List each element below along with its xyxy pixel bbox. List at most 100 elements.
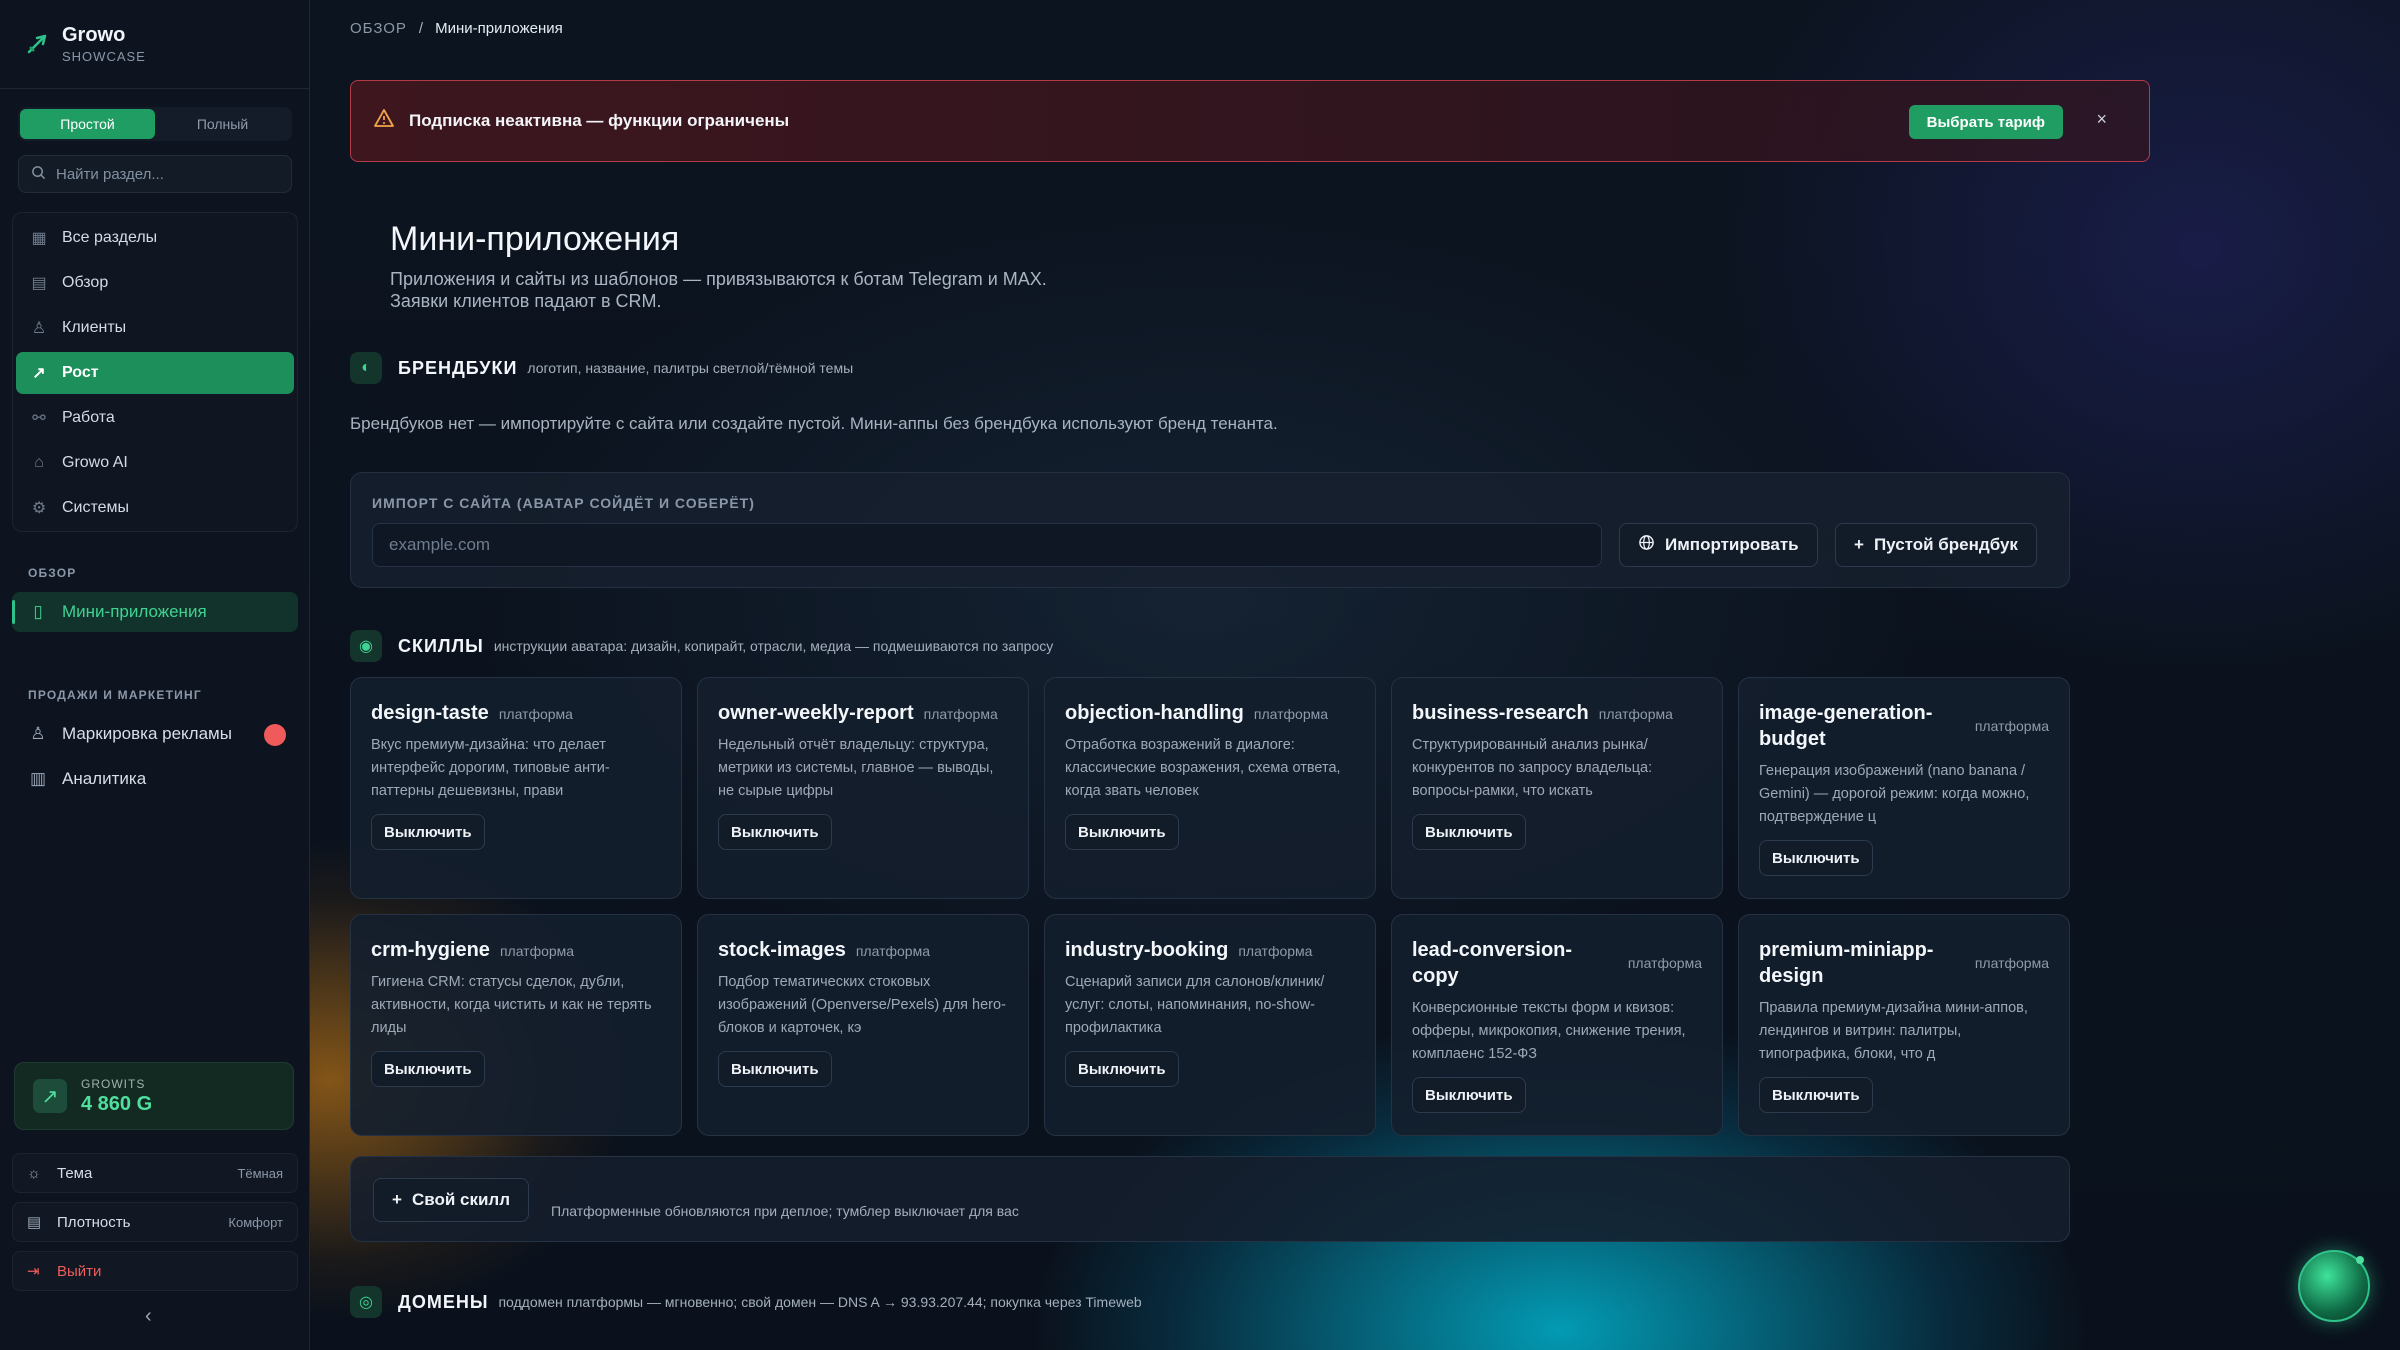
skill-description: Вкус премиум-дизайна: что делает интерфе… xyxy=(371,737,610,799)
nav-label: Обзор xyxy=(62,274,109,291)
skill-card-lead-conversion-copy: lead-conversion-copy платформа Конверсион… xyxy=(1391,914,1723,1136)
phone-icon: ▯ xyxy=(33,602,43,621)
nav-item-overview[interactable]: ▤ Обзор xyxy=(16,262,294,304)
disable-skill-button[interactable]: Выключить xyxy=(371,1051,485,1087)
skill-tag: платформа xyxy=(855,943,930,959)
skill-description: Генерация изображений (nano banana / Gem… xyxy=(1759,763,2030,825)
empty-brandbook-button[interactable]: + Пустой брендбук xyxy=(1835,523,2037,567)
sidebar-item-ad-marking[interactable]: ♙ Маркировка рекламы xyxy=(12,714,298,754)
mode-switch: Простой Полный xyxy=(18,107,292,141)
growits-balance[interactable]: ↗ GROWITS 4 860 G xyxy=(14,1062,294,1130)
sidebar-item-analytics[interactable]: ▥ Аналитика xyxy=(12,759,298,799)
import-panel: ИМПОРТ С САЙТА (АВАТАР СОЙДЁТ И СОБЕРЁТ)… xyxy=(350,472,2070,588)
palette-icon: ◐ xyxy=(350,352,382,384)
skill-card-image-generation-budget: image-generation-budget платформа Генерац… xyxy=(1738,677,2070,899)
collapse-sidebar-icon[interactable]: ‹ xyxy=(145,1305,152,1328)
mode-simple-button[interactable]: Простой xyxy=(20,109,155,139)
theme-icon: ☼ xyxy=(27,1164,41,1182)
skill-tag: платформа xyxy=(1238,943,1313,959)
search-icon xyxy=(31,165,46,184)
section-search-input[interactable]: Найти раздел... xyxy=(18,155,292,193)
skill-name: design-taste xyxy=(371,702,489,724)
import-button-label: Импортировать xyxy=(1665,535,1799,554)
skills-title: СКИЛЛЫ xyxy=(398,635,484,656)
skill-card-business-research: business-research платформа Структурирова… xyxy=(1391,677,1723,899)
brandbooks-header: ◐ БРЕНДБУКИ логотип, название, палитры с… xyxy=(350,352,853,384)
section-label-overview: ОБЗОР xyxy=(28,566,77,580)
bot-icon: ⌂ xyxy=(34,454,44,471)
domains-note: поддомен платформы — мгновенно; свой дом… xyxy=(498,1294,1142,1310)
disable-skill-button[interactable]: Выключить xyxy=(718,1051,832,1087)
bar-chart-icon: ▥ xyxy=(29,769,47,788)
skills-note: инструкции аватара: дизайн, копирайт, от… xyxy=(493,638,1054,654)
skill-description: Подбор тематических стоковых изображений… xyxy=(718,974,1006,1036)
setting-label: Тема xyxy=(57,1164,93,1182)
disable-skill-button[interactable]: Выключить xyxy=(1065,814,1179,850)
disable-skill-button[interactable]: Выключить xyxy=(1065,1051,1179,1087)
setting-label: Плотность xyxy=(57,1213,131,1231)
nav-label: Рост xyxy=(62,364,99,381)
skill-card-crm-hygiene: crm-hygiene платформа Гигиена CRM: статус… xyxy=(350,914,682,1136)
density-setting[interactable]: ▤ Плотность Комфорт xyxy=(12,1202,298,1242)
logout-button[interactable]: ⇥ Выйти xyxy=(12,1251,298,1291)
add-custom-skill-button[interactable]: + Свой скилл xyxy=(373,1178,530,1222)
disable-skill-button[interactable]: Выключить xyxy=(371,814,485,850)
sidebar-item-mini-apps[interactable]: ▯ Мини-приложения xyxy=(12,592,298,632)
breadcrumb-overview[interactable]: ОБЗОР xyxy=(350,20,407,37)
breadcrumb-separator: / xyxy=(418,20,424,37)
brandbooks-note: логотип, название, палитры светлой/тёмно… xyxy=(527,360,854,376)
import-url-input[interactable] xyxy=(372,523,1602,567)
dashboard-icon: ▤ xyxy=(31,275,47,292)
skill-tag: платформа xyxy=(923,706,998,722)
logout-icon: ⇥ xyxy=(27,1263,40,1280)
skill-name: premium-miniapp-design xyxy=(1759,939,1934,987)
nav-item-clients[interactable]: ♙ Клиенты xyxy=(16,307,294,349)
disable-skill-button[interactable]: Выключить xyxy=(718,814,832,850)
mode-full-button[interactable]: Полный xyxy=(155,109,290,139)
growits-value: 4 860 G xyxy=(81,1092,153,1115)
online-indicator xyxy=(2356,1256,2364,1264)
disable-skill-button[interactable]: Выключить xyxy=(1759,1077,1873,1113)
assistant-avatar-button[interactable] xyxy=(2298,1250,2370,1322)
search-placeholder: Найти раздел... xyxy=(56,165,164,183)
skill-description: Конверсионные тексты форм и квизов: оффе… xyxy=(1412,1000,1686,1062)
page-description-line: Приложения и сайты из шаблонов — привязы… xyxy=(390,269,1047,289)
breadcrumb-current: Мини-приложения xyxy=(435,20,563,37)
growits-icon: ↗ xyxy=(33,1079,67,1113)
page-description: Приложения и сайты из шаблонов — привязы… xyxy=(390,268,1190,312)
nav-label: Growo AI xyxy=(62,454,128,471)
choose-plan-button[interactable]: Выбрать тариф xyxy=(1908,105,2063,139)
skill-description: Недельный отчёт владельцу: структура, ме… xyxy=(718,737,994,799)
skill-name: image-generation-budget xyxy=(1759,702,1933,750)
domains-title: ДОМЕНЫ xyxy=(398,1291,489,1312)
skill-name: lead-conversion-copy xyxy=(1412,939,1573,987)
nav-item-systems[interactable]: ⚙ Системы xyxy=(16,487,294,529)
domains-header: ◎ ДОМЕНЫ поддомен платформы — мгновенно;… xyxy=(350,1286,1142,1318)
nav-item-growo-ai[interactable]: ⌂ Growo AI xyxy=(16,442,294,484)
nav-item-work[interactable]: ⚯ Работа xyxy=(16,397,294,439)
theme-setting[interactable]: ☼ Тема Тёмная xyxy=(12,1153,298,1193)
skill-card-design-taste: design-taste платформа Вкус премиум-дизай… xyxy=(350,677,682,899)
page-description-line: Заявки клиентов падают в CRM. xyxy=(390,291,662,311)
sidebar-item-label: Маркировка рекламы xyxy=(62,724,232,743)
close-icon[interactable]: × xyxy=(2096,109,2107,130)
nav-item-growth[interactable]: ↗ Рост xyxy=(16,352,294,394)
skill-tag: платформа xyxy=(499,943,575,959)
skill-tag: платформа xyxy=(1974,955,2049,971)
globe-icon xyxy=(1638,534,1655,556)
custom-skill-note: Платформенные обновляются при деплое; ту… xyxy=(551,1203,1019,1219)
disable-skill-button[interactable]: Выключить xyxy=(1412,1077,1526,1113)
brand[interactable]: Growo SHOWCASE xyxy=(26,24,146,64)
skill-tag: платформа xyxy=(1627,955,1702,971)
import-button[interactable]: Импортировать xyxy=(1619,523,1818,567)
skill-tag: платформа xyxy=(1253,706,1329,722)
skill-card-premium-miniapp-design: premium-miniapp-design платформа Правила … xyxy=(1738,914,2070,1136)
divider xyxy=(0,88,309,89)
nav-label: Системы xyxy=(62,499,130,516)
warning-icon xyxy=(373,108,395,134)
disable-skill-button[interactable]: Выключить xyxy=(1412,814,1526,850)
nav-item-all-sections[interactable]: ▦ Все разделы xyxy=(16,217,294,259)
nav-group: ▦ Все разделы ▤ Обзор ♙ Клиенты ↗ Рост ⚯… xyxy=(12,212,298,532)
disable-skill-button[interactable]: Выключить xyxy=(1759,840,1873,876)
brand-title: Growo xyxy=(62,24,126,46)
